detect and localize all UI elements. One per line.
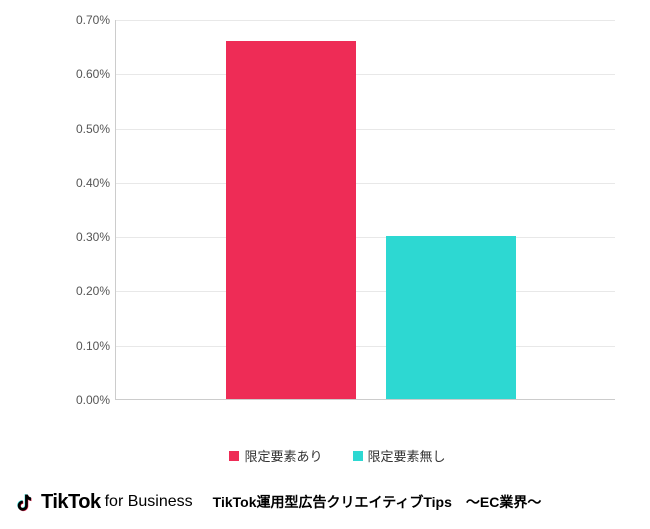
grid-line [116, 74, 615, 75]
y-tick: 0.70% [60, 13, 110, 27]
grid-line [116, 237, 615, 238]
bar-chart: 限定要素あり 限定要素無し 0.00%0.10%0.20%0.30%0.40%0… [60, 20, 615, 420]
y-tick: 0.60% [60, 67, 110, 81]
grid-line [116, 291, 615, 292]
y-tick: 0.50% [60, 122, 110, 136]
grid-line [116, 183, 615, 184]
footer: TikTok for Business TikTok運用型広告クリエイティブTi… [15, 490, 541, 514]
legend-swatch-2 [353, 451, 363, 461]
legend-item-1: 限定要素あり [229, 446, 322, 465]
y-tick: 0.10% [60, 339, 110, 353]
legend: 限定要素あり 限定要素無し [60, 446, 615, 465]
tiktok-logo: TikTok for Business [15, 490, 193, 514]
y-tick: 0.40% [60, 176, 110, 190]
bar-1 [226, 41, 356, 399]
brand-main: TikTok [41, 491, 101, 514]
legend-item-2: 限定要素無し [353, 446, 446, 465]
y-tick: 0.20% [60, 284, 110, 298]
y-tick: 0.00% [60, 393, 110, 407]
bar-2 [386, 236, 516, 399]
legend-label-2: 限定要素無し [368, 446, 446, 465]
tiktok-icon [15, 490, 37, 514]
grid-line [116, 346, 615, 347]
grid-line [116, 20, 615, 21]
legend-label-1: 限定要素あり [244, 446, 322, 465]
legend-swatch-1 [229, 451, 239, 461]
footer-caption: TikTok運用型広告クリエイティブTips 〜EC業界〜 [213, 492, 542, 512]
brand-sub: for Business [105, 493, 193, 511]
grid-line [116, 129, 615, 130]
plot-area [115, 20, 615, 400]
y-tick: 0.30% [60, 230, 110, 244]
